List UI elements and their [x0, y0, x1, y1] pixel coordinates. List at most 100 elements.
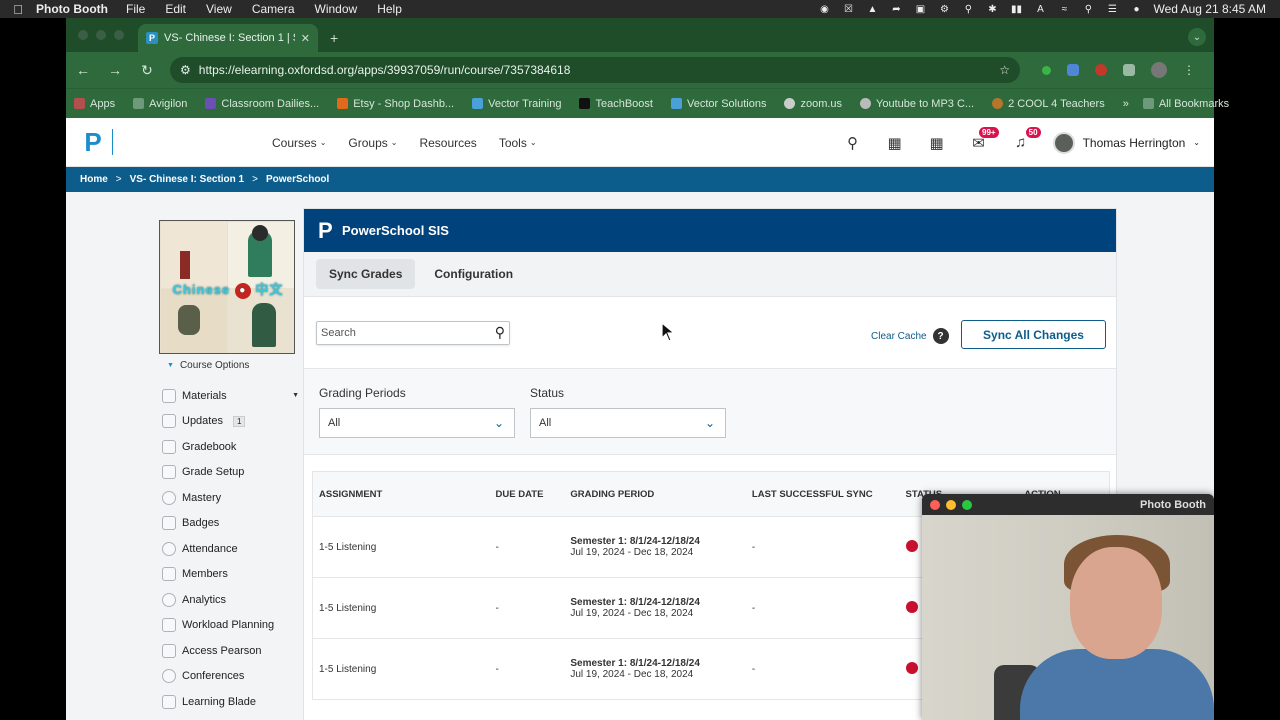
control-center-icon[interactable]: ☰ — [1105, 3, 1119, 15]
bookmark-apps[interactable]: Apps — [74, 98, 115, 110]
notifications-bell-icon[interactable]: ♫ 50 — [1011, 126, 1041, 153]
clear-cache-link[interactable]: Clear Cache ? — [871, 328, 949, 344]
bookmark-zoom[interactable]: zoom.us — [784, 98, 842, 110]
profile-avatar-icon[interactable] — [1151, 62, 1167, 78]
course-menu-conferences[interactable]: Conferences — [159, 664, 299, 690]
close-window-button[interactable] — [930, 499, 940, 510]
menubar-app-name[interactable]: Photo Booth — [36, 2, 108, 16]
row-assignment[interactable]: 1-5 Listening — [313, 542, 496, 553]
search-icon[interactable]: ⚲ — [495, 324, 505, 341]
apple-icon[interactable]:  — [0, 2, 36, 17]
course-options-toggle[interactable]: ▼ Course Options — [159, 360, 299, 371]
menu-window[interactable]: Window — [315, 2, 358, 16]
close-box-icon[interactable]: ☒ — [841, 3, 855, 15]
search-input[interactable]: Search ⚲ — [316, 320, 510, 345]
row-assignment[interactable]: 1-5 Listening — [313, 603, 496, 614]
menu-edit[interactable]: Edit — [165, 2, 186, 16]
user-menu[interactable]: Thomas Herrington ⌄ — [1052, 131, 1200, 154]
menu-view[interactable]: View — [206, 2, 232, 16]
extension-record-icon[interactable] — [1095, 64, 1107, 76]
siri-icon[interactable]: ● — [1129, 3, 1143, 15]
nav-groups[interactable]: Groups ⌄ — [348, 136, 397, 150]
share-icon[interactable]: ➦ — [889, 3, 903, 15]
nav-courses[interactable]: Courses ⌄ — [272, 136, 326, 150]
help-icon[interactable]: ? — [932, 328, 949, 344]
sync-all-changes-button[interactable]: Sync All Changes — [961, 320, 1106, 349]
browser-tab[interactable]: P VS- Chinese I: Section 1 | Sch ✕ — [138, 24, 318, 52]
bookmark-2-cool-4-teachers[interactable]: 2 COOL 4 Teachers — [992, 98, 1105, 110]
course-menu-attendance[interactable]: Attendance — [159, 536, 299, 562]
close-tab-icon[interactable]: ✕ — [301, 32, 310, 45]
breadcrumb-home[interactable]: Home — [80, 174, 108, 185]
menu-camera[interactable]: Camera — [252, 2, 295, 16]
course-menu-learning-blade[interactable]: Learning Blade — [159, 689, 299, 715]
minimize-window-button[interactable] — [96, 30, 106, 40]
site-info-icon[interactable]: ⚙ — [180, 63, 191, 77]
course-menu-gradebook[interactable]: Gradebook — [159, 434, 299, 460]
bookmark-youtube-mp3[interactable]: Youtube to MP3 C... — [860, 98, 974, 110]
bookmark-teachboost[interactable]: TeachBoost — [579, 98, 653, 110]
browser-menu-icon[interactable]: ⋮ — [1183, 63, 1195, 77]
caret-down-icon[interactable]: ▼ — [292, 392, 299, 399]
bookmark-star-icon[interactable]: ☆ — [999, 63, 1010, 77]
course-menu-grade-setup[interactable]: Grade Setup — [159, 460, 299, 486]
bookmark-etsy[interactable]: Etsy - Shop Dashb... — [337, 98, 454, 110]
menu-file[interactable]: File — [126, 2, 145, 16]
course-menu-updates[interactable]: Updates 1 — [159, 409, 299, 435]
course-menu-members[interactable]: Members — [159, 562, 299, 588]
key-icon[interactable]: ⚲ — [961, 3, 975, 15]
messages-icon[interactable]: ✉ 99+ — [969, 126, 999, 153]
address-bar[interactable]: ⚙ https://elearning.oxfordsd.org/apps/39… — [170, 57, 1020, 83]
photobooth-window[interactable]: Photo Booth — [922, 494, 1214, 720]
tab-configuration[interactable]: Configuration — [421, 259, 526, 289]
course-menu-access-pearson[interactable]: Access Pearson — [159, 638, 299, 664]
zoom-window-button[interactable] — [114, 30, 124, 40]
nav-tools[interactable]: Tools ⌄ — [499, 136, 537, 150]
menubar-clock[interactable]: Wed Aug 21 8:45 AM — [1153, 2, 1266, 16]
schoology-logo-icon[interactable]: P — [78, 127, 108, 157]
tab-search-icon[interactable]: ⌄ — [1188, 28, 1206, 46]
record-icon[interactable]: ◉ — [817, 3, 831, 15]
zoom-window-button[interactable] — [962, 499, 972, 510]
warning-icon[interactable]: ▲ — [865, 3, 879, 15]
screen-icon[interactable]: ▣ — [913, 3, 927, 15]
bookmarks-chevron-icon[interactable]: » — [1123, 98, 1129, 110]
bluetooth-icon[interactable]: ✱ — [985, 3, 999, 15]
search-icon[interactable]: ⚲ — [843, 133, 863, 153]
col-grading-period[interactable]: GRADING PERIOD — [570, 489, 752, 500]
apps-grid-icon[interactable]: ▦ — [885, 133, 905, 153]
gear-icon[interactable]: ⚙ — [937, 3, 951, 15]
course-menu-badges[interactable]: Badges — [159, 511, 299, 537]
bookmark-vector-solutions[interactable]: Vector Solutions — [670, 98, 766, 110]
keyboard-input-icon[interactable]: A — [1033, 3, 1047, 15]
wifi-icon[interactable]: ≈ — [1057, 3, 1071, 15]
course-menu-workload-planning[interactable]: Workload Planning — [159, 613, 299, 639]
extension-translate-icon[interactable] — [1067, 64, 1079, 76]
col-due-date[interactable]: DUE DATE — [496, 489, 571, 500]
battery-icon[interactable]: ▮▮ — [1009, 3, 1023, 15]
bookmark-vector-training[interactable]: Vector Training — [472, 98, 561, 110]
extensions-puzzle-icon[interactable] — [1123, 64, 1135, 76]
new-tab-icon[interactable]: + — [330, 30, 338, 46]
bookmark-classroom-dailies[interactable]: Classroom Dailies... — [205, 98, 319, 110]
minimize-window-button[interactable] — [946, 499, 956, 510]
menu-help[interactable]: Help — [377, 2, 402, 16]
extension-green-icon[interactable] — [1042, 65, 1051, 75]
all-bookmarks-folder[interactable]: All Bookmarks — [1142, 98, 1229, 110]
address-url[interactable]: https://elearning.oxfordsd.org/apps/3993… — [199, 63, 991, 77]
course-menu-materials[interactable]: Materials ▼ — [159, 383, 299, 409]
row-assignment[interactable]: 1-5 Listening — [313, 664, 496, 675]
nav-resources[interactable]: Resources — [419, 136, 476, 150]
course-menu-mastery[interactable]: Mastery — [159, 485, 299, 511]
course-menu-analytics[interactable]: Analytics — [159, 587, 299, 613]
back-icon[interactable]: ← — [74, 62, 92, 78]
close-window-button[interactable] — [78, 30, 88, 40]
col-assignment[interactable]: ASSIGNMENT — [313, 489, 496, 500]
status-select[interactable]: All ⌄ — [530, 408, 726, 438]
col-last-sync[interactable]: LAST SUCCESSFUL SYNC — [752, 489, 906, 500]
forward-icon[interactable]: → — [106, 62, 124, 78]
reload-icon[interactable]: ↻ — [138, 62, 156, 79]
tab-sync-grades[interactable]: Sync Grades — [316, 259, 416, 289]
search-icon[interactable]: ⚲ — [1081, 3, 1095, 15]
calendar-icon[interactable]: ▦ — [927, 133, 947, 153]
